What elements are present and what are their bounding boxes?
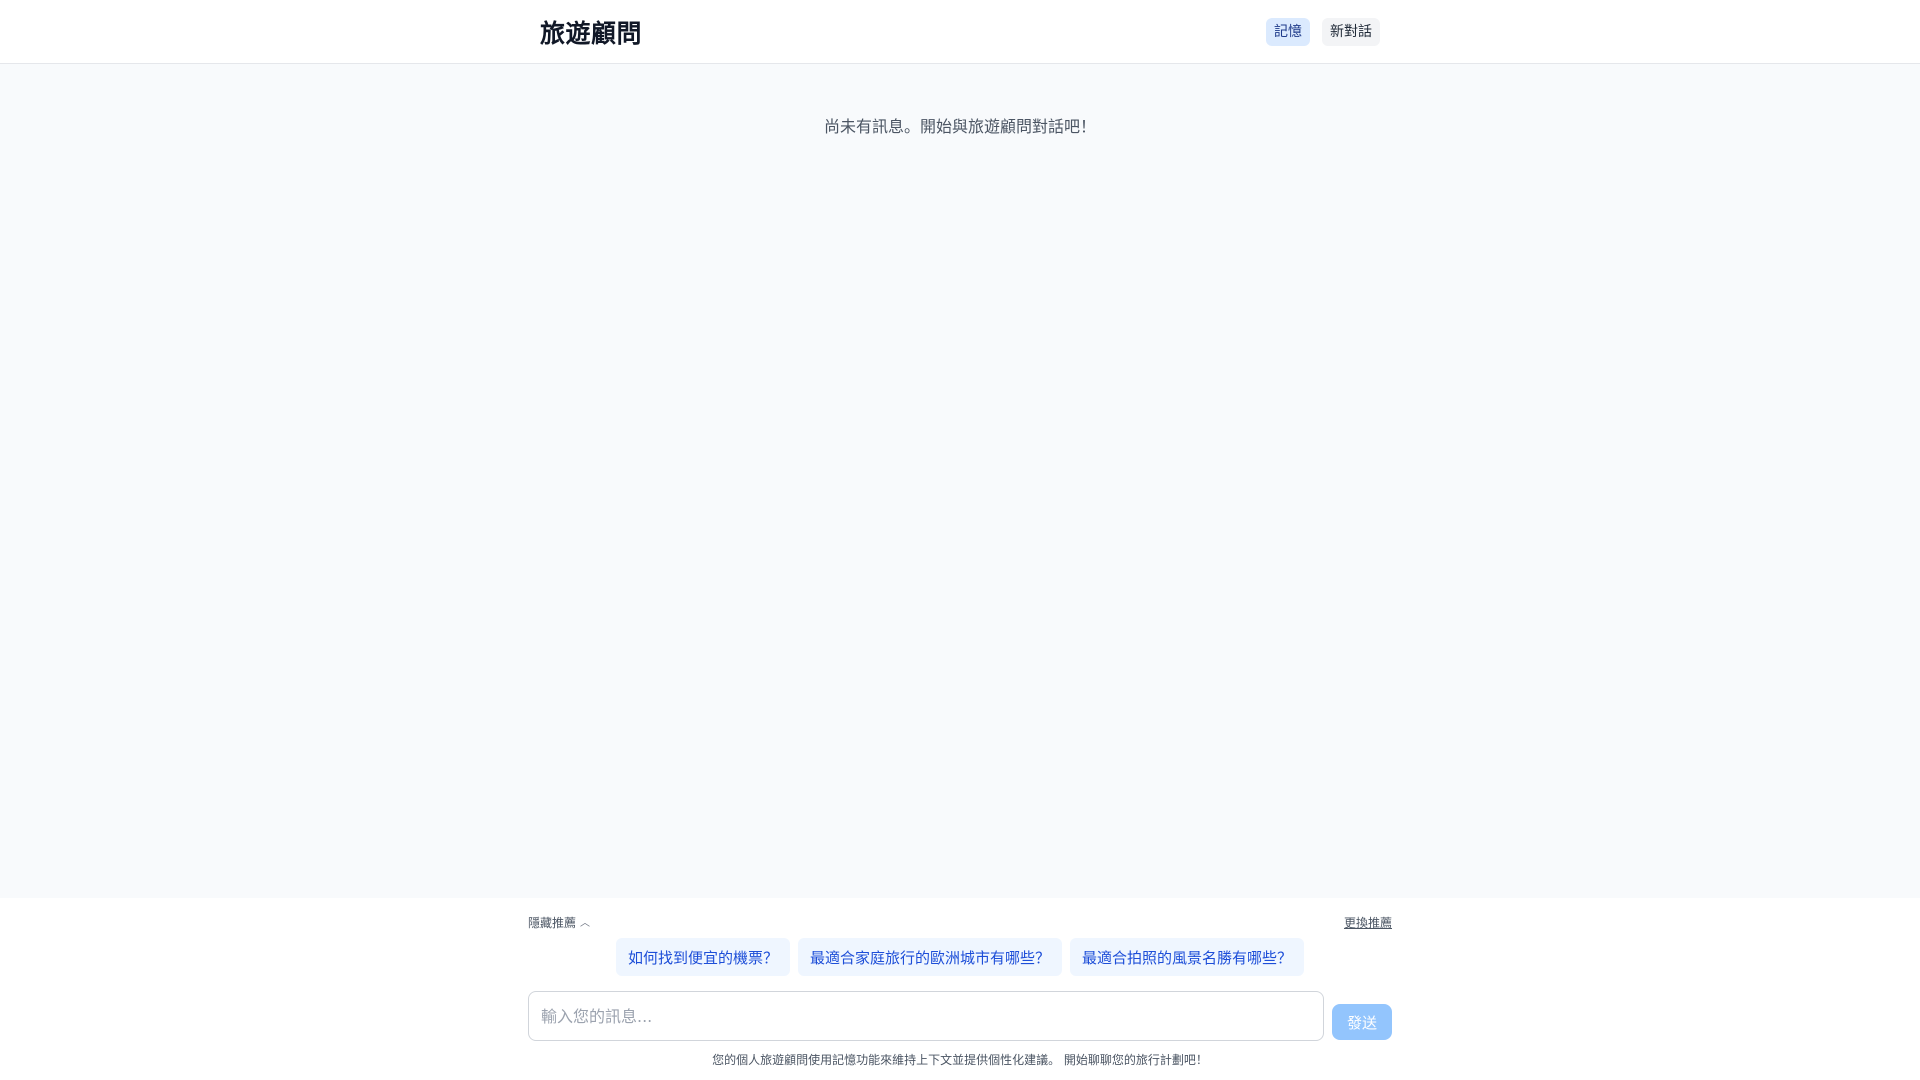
header-actions: 記憶 新對話 — [1266, 18, 1380, 46]
footer-note: 您的個人旅遊顧問使用記憶功能來維持上下文並提供個性化建議。 開始聊聊您的旅行計劃… — [712, 1053, 1208, 1067]
send-button[interactable]: 發送 — [1332, 1004, 1392, 1040]
refresh-suggestions-link[interactable]: 更換推薦 — [1344, 914, 1392, 931]
memory-button[interactable]: 記憶 — [1266, 18, 1310, 46]
composer-panel: 隱藏推薦 ︿ 更換推薦 如何找到便宜的機票？ 最適合家庭旅行的歐洲城市有哪些？ … — [0, 898, 1920, 1080]
hide-suggestions-toggle[interactable]: 隱藏推薦 ︿ — [528, 914, 590, 931]
message-area: 尚未有訊息。開始與旅遊顧問對話吧！ — [0, 65, 1920, 898]
suggestion-chip[interactable]: 如何找到便宜的機票？ — [615, 938, 790, 976]
suggestions-bar: 隱藏推薦 ︿ 更換推薦 — [528, 912, 1392, 932]
hide-suggestions-label: 隱藏推薦 — [528, 915, 577, 930]
header-inner: 旅遊顧問 記憶 新對話 — [540, 0, 1380, 64]
suggestion-chip[interactable]: 最適合拍照的風景名勝有哪些？ — [1070, 938, 1305, 976]
app-title: 旅遊顧問 — [540, 19, 643, 48]
composer-row: 發送 — [528, 990, 1392, 1042]
chevron-up-icon: ︿ — [580, 917, 591, 929]
suggestion-chip[interactable]: 最適合家庭旅行的歐洲城市有哪些？ — [797, 938, 1062, 976]
new-chat-button[interactable]: 新對話 — [1322, 18, 1380, 46]
message-input[interactable] — [528, 991, 1324, 1041]
suggestion-chips: 如何找到便宜的機票？ 最適合家庭旅行的歐洲城市有哪些？ 最適合拍照的風景名勝有哪… — [528, 938, 1392, 976]
empty-state-text: 尚未有訊息。開始與旅遊顧問對話吧！ — [823, 117, 1096, 136]
app-header: 旅遊顧問 記憶 新對話 — [0, 0, 1920, 64]
